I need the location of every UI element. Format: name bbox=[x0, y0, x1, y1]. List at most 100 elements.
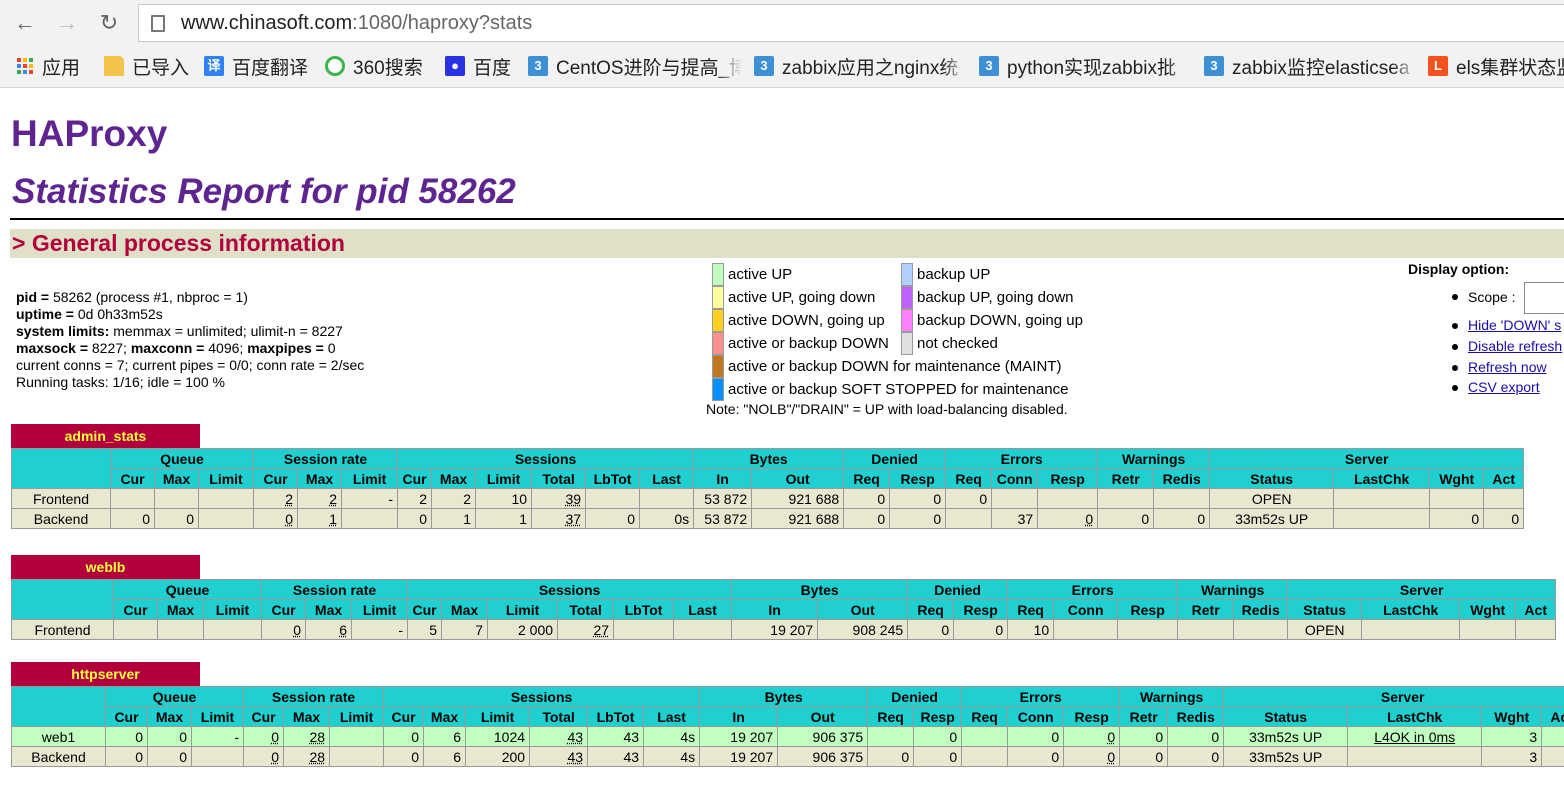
legend-swatch bbox=[901, 286, 913, 309]
display-options: Display option: Scope : Hide 'DOWN' s Di… bbox=[1408, 261, 1564, 395]
back-arrow-icon[interactable]: ← bbox=[10, 8, 40, 38]
bookmark-label: 百度翻译 bbox=[232, 57, 309, 79]
forward-arrow-icon[interactable]: → bbox=[52, 8, 82, 38]
column-header: Max bbox=[147, 706, 192, 727]
cell: 0 bbox=[147, 726, 192, 747]
bullet-icon bbox=[1452, 294, 1458, 300]
group-header: Sessions bbox=[383, 686, 701, 707]
column-header: Cur bbox=[383, 706, 425, 727]
cell bbox=[202, 619, 263, 640]
cnblogs-icon: 3 bbox=[979, 56, 999, 76]
column-header: Max bbox=[157, 599, 204, 620]
current-line: current conns = 7; current pipes = 0/0; … bbox=[16, 357, 365, 373]
bookmark-zabbix-nginx[interactable]: 3 zabbix应用之nginx统 bbox=[754, 52, 968, 80]
group-header: Warnings bbox=[1119, 686, 1225, 707]
bookmark-label: zabbix监控elasticsea bbox=[1232, 57, 1410, 79]
bookmark-apps[interactable]: 应用 bbox=[16, 52, 96, 80]
reload-icon[interactable]: ↻ bbox=[94, 8, 124, 38]
cell bbox=[1233, 619, 1289, 640]
cell: 28 bbox=[283, 726, 331, 747]
bookmark-python-zabbix[interactable]: 3 python实现zabbix批 bbox=[979, 52, 1193, 80]
cell: 7 bbox=[441, 619, 489, 640]
cell bbox=[1515, 619, 1557, 640]
bookmark-zabbix-els[interactable]: 3 zabbix监控elasticsea bbox=[1204, 52, 1418, 80]
column-header: Resp bbox=[1117, 599, 1179, 620]
column-header: Total bbox=[531, 468, 587, 489]
row-name[interactable]: Frontend bbox=[11, 488, 111, 509]
cell bbox=[1333, 488, 1431, 509]
cell: 0 bbox=[110, 508, 155, 529]
bookmark-centos[interactable]: 3 CentOS进阶与提高_博 bbox=[528, 52, 742, 80]
column-header: LbTot bbox=[587, 706, 645, 727]
cell: 0 bbox=[105, 746, 148, 767]
tasks-line: Running tasks: 1/16; idle = 100 % bbox=[16, 374, 225, 390]
cell: 0 bbox=[1007, 726, 1065, 747]
refresh-now-link[interactable]: Refresh now bbox=[1468, 359, 1547, 375]
group-header: Errors bbox=[945, 448, 1099, 469]
bookmark-els-cluster[interactable]: Lels集群状态监 bbox=[1428, 52, 1564, 80]
cell: 921 688 bbox=[751, 488, 845, 509]
row-name[interactable]: Backend bbox=[11, 508, 111, 529]
proxy-name[interactable]: weblb bbox=[11, 555, 200, 579]
column-header: Redis bbox=[1153, 468, 1211, 489]
table-row: Frontend 2 2-2 2 10 39 53 872 921 688 0 0 0 OPEN bbox=[11, 488, 1525, 509]
cell: 10 bbox=[1007, 619, 1055, 640]
hide-down-link[interactable]: Hide 'DOWN' s bbox=[1468, 317, 1561, 333]
cell: 2 000 bbox=[487, 619, 559, 640]
cell: 0 bbox=[867, 746, 915, 767]
column-header: Max bbox=[283, 706, 331, 727]
group-header: Errors bbox=[961, 686, 1121, 707]
column-header: Resp bbox=[889, 468, 947, 489]
cell: 0 bbox=[1037, 508, 1099, 529]
address-bar[interactable]: www.chinasoft.com:1080/haproxy?stats bbox=[138, 4, 1564, 42]
browser-chrome: ← → ↻ www.chinasoft.com:1080/haproxy?sta… bbox=[0, 0, 1564, 88]
column-header: Retr bbox=[1177, 599, 1235, 620]
legend-swatch bbox=[712, 286, 724, 309]
cell bbox=[673, 619, 733, 640]
proxy-name[interactable]: admin_stats bbox=[11, 424, 200, 448]
cell: 0 bbox=[105, 726, 148, 747]
cell: 4s bbox=[643, 746, 701, 767]
row-name[interactable]: web1 bbox=[11, 726, 106, 747]
column-header: Last bbox=[639, 468, 695, 489]
cell: 0 bbox=[907, 619, 955, 640]
column-header: Limit bbox=[351, 599, 409, 620]
bookmark-imported[interactable]: 已导入 bbox=[104, 52, 194, 80]
bullet-icon bbox=[1452, 323, 1458, 329]
cnblogs-icon: 3 bbox=[1204, 56, 1224, 76]
row-name[interactable]: Backend bbox=[11, 746, 106, 767]
bookmark-baidu-fanyi[interactable]: 译百度翻译 bbox=[204, 52, 316, 80]
cell: - bbox=[190, 726, 245, 747]
group-header: Server bbox=[1287, 579, 1557, 600]
column-header: Req bbox=[843, 468, 891, 489]
proxy-name[interactable]: httpserver bbox=[11, 662, 200, 686]
scope-input[interactable] bbox=[1524, 282, 1564, 314]
cell bbox=[945, 508, 993, 529]
cell: 906 375 bbox=[777, 726, 869, 747]
cell bbox=[1483, 488, 1525, 509]
column-header: Max bbox=[441, 599, 489, 620]
cell: 0 bbox=[261, 619, 307, 640]
url-text[interactable]: www.chinasoft.com:1080/haproxy?stats bbox=[181, 12, 532, 35]
column-header: Retr bbox=[1119, 706, 1169, 727]
table-row: Backend 0 0 0 28 0 6 200 43 43 4s 19 207 906 375 0 0 0 0… bbox=[11, 746, 1564, 767]
csv-export-link[interactable]: CSV export bbox=[1468, 379, 1540, 395]
column-header: Redis bbox=[1167, 706, 1225, 727]
column-header: Out bbox=[751, 468, 845, 489]
cell: 6 bbox=[423, 726, 467, 747]
column-header: Status bbox=[1223, 706, 1349, 727]
bookmark-baidu[interactable]: ● 百度 bbox=[445, 52, 517, 80]
apps-grid-icon bbox=[16, 57, 34, 75]
cell: 0 bbox=[1007, 746, 1065, 767]
cell bbox=[867, 726, 915, 747]
column-header: Limit bbox=[341, 468, 399, 489]
cell: 0 bbox=[1063, 746, 1121, 767]
column-header: Limit bbox=[190, 706, 245, 727]
cell bbox=[341, 508, 399, 529]
display-options-header: Display option: bbox=[1408, 261, 1510, 277]
bookmark-360[interactable]: 360搜索 bbox=[325, 52, 435, 80]
row-name[interactable]: Frontend bbox=[11, 619, 114, 640]
cell: 0 bbox=[889, 508, 947, 529]
disable-refresh-link[interactable]: Disable refresh bbox=[1468, 338, 1562, 354]
column-header: Req bbox=[867, 706, 915, 727]
